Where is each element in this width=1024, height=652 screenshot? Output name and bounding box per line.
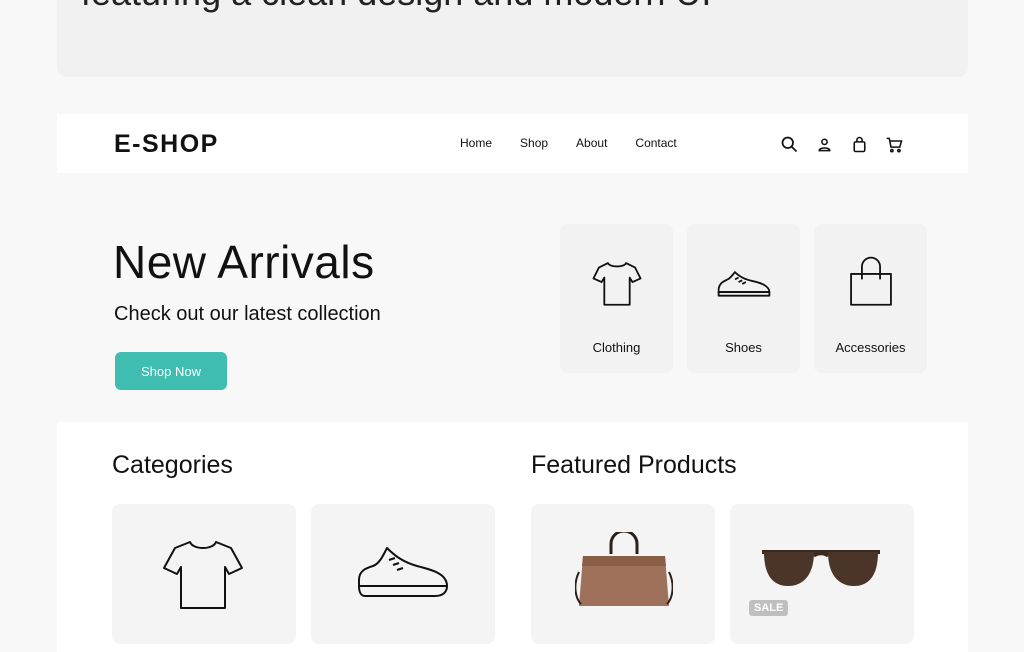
bag-icon <box>850 256 892 306</box>
hero-card-label: Shoes <box>725 340 762 355</box>
categories-title: Categories <box>112 451 233 479</box>
tshirt-icon <box>592 262 642 306</box>
nav-link-about[interactable]: About <box>576 136 607 150</box>
nav-link-contact[interactable]: Contact <box>635 136 676 150</box>
shoe-icon <box>717 271 771 297</box>
banner-text: featuring a clean design and modern UI <box>81 0 711 14</box>
sunglasses-image <box>762 550 880 586</box>
cart-icon[interactable] <box>884 134 905 155</box>
hero-card-shoes[interactable]: Shoes <box>687 224 800 373</box>
featured-title: Featured Products <box>531 451 737 479</box>
hero-card-clothing[interactable]: Clothing <box>560 224 673 373</box>
bag-icon[interactable] <box>849 134 870 155</box>
category-tile-shoes[interactable] <box>311 504 495 644</box>
hero-card-label: Accessories <box>835 340 906 355</box>
search-icon[interactable] <box>779 134 800 155</box>
nav-links: Home Shop About Contact <box>460 136 705 150</box>
user-icon[interactable] <box>814 134 835 155</box>
sale-badge: SALE <box>749 600 789 616</box>
hero-card-accessories[interactable]: Accessories <box>814 224 927 373</box>
hero-title: New Arrivals <box>113 236 375 288</box>
hero-subtitle: Check out our latest collection <box>114 303 381 325</box>
hero-card-label: Clothing <box>592 340 641 355</box>
nav-link-home[interactable]: Home <box>460 136 492 150</box>
logo[interactable]: E-SHOP <box>114 130 219 159</box>
category-tile-clothing[interactable] <box>112 504 296 644</box>
nav-link-shop[interactable]: Shop <box>520 136 548 150</box>
top-banner: featuring a clean design and modern UI <box>57 0 968 77</box>
shoe-icon <box>358 547 448 597</box>
nav-icons <box>779 134 905 155</box>
handbag-image <box>575 532 673 606</box>
navbar: E-SHOP Home Shop About Contact <box>57 114 968 173</box>
product-tile-handbag[interactable] <box>531 504 715 644</box>
product-tile-sunglasses[interactable]: SALE <box>730 504 914 644</box>
shop-now-button[interactable]: Shop Now <box>115 352 227 390</box>
tshirt-icon <box>163 541 243 609</box>
